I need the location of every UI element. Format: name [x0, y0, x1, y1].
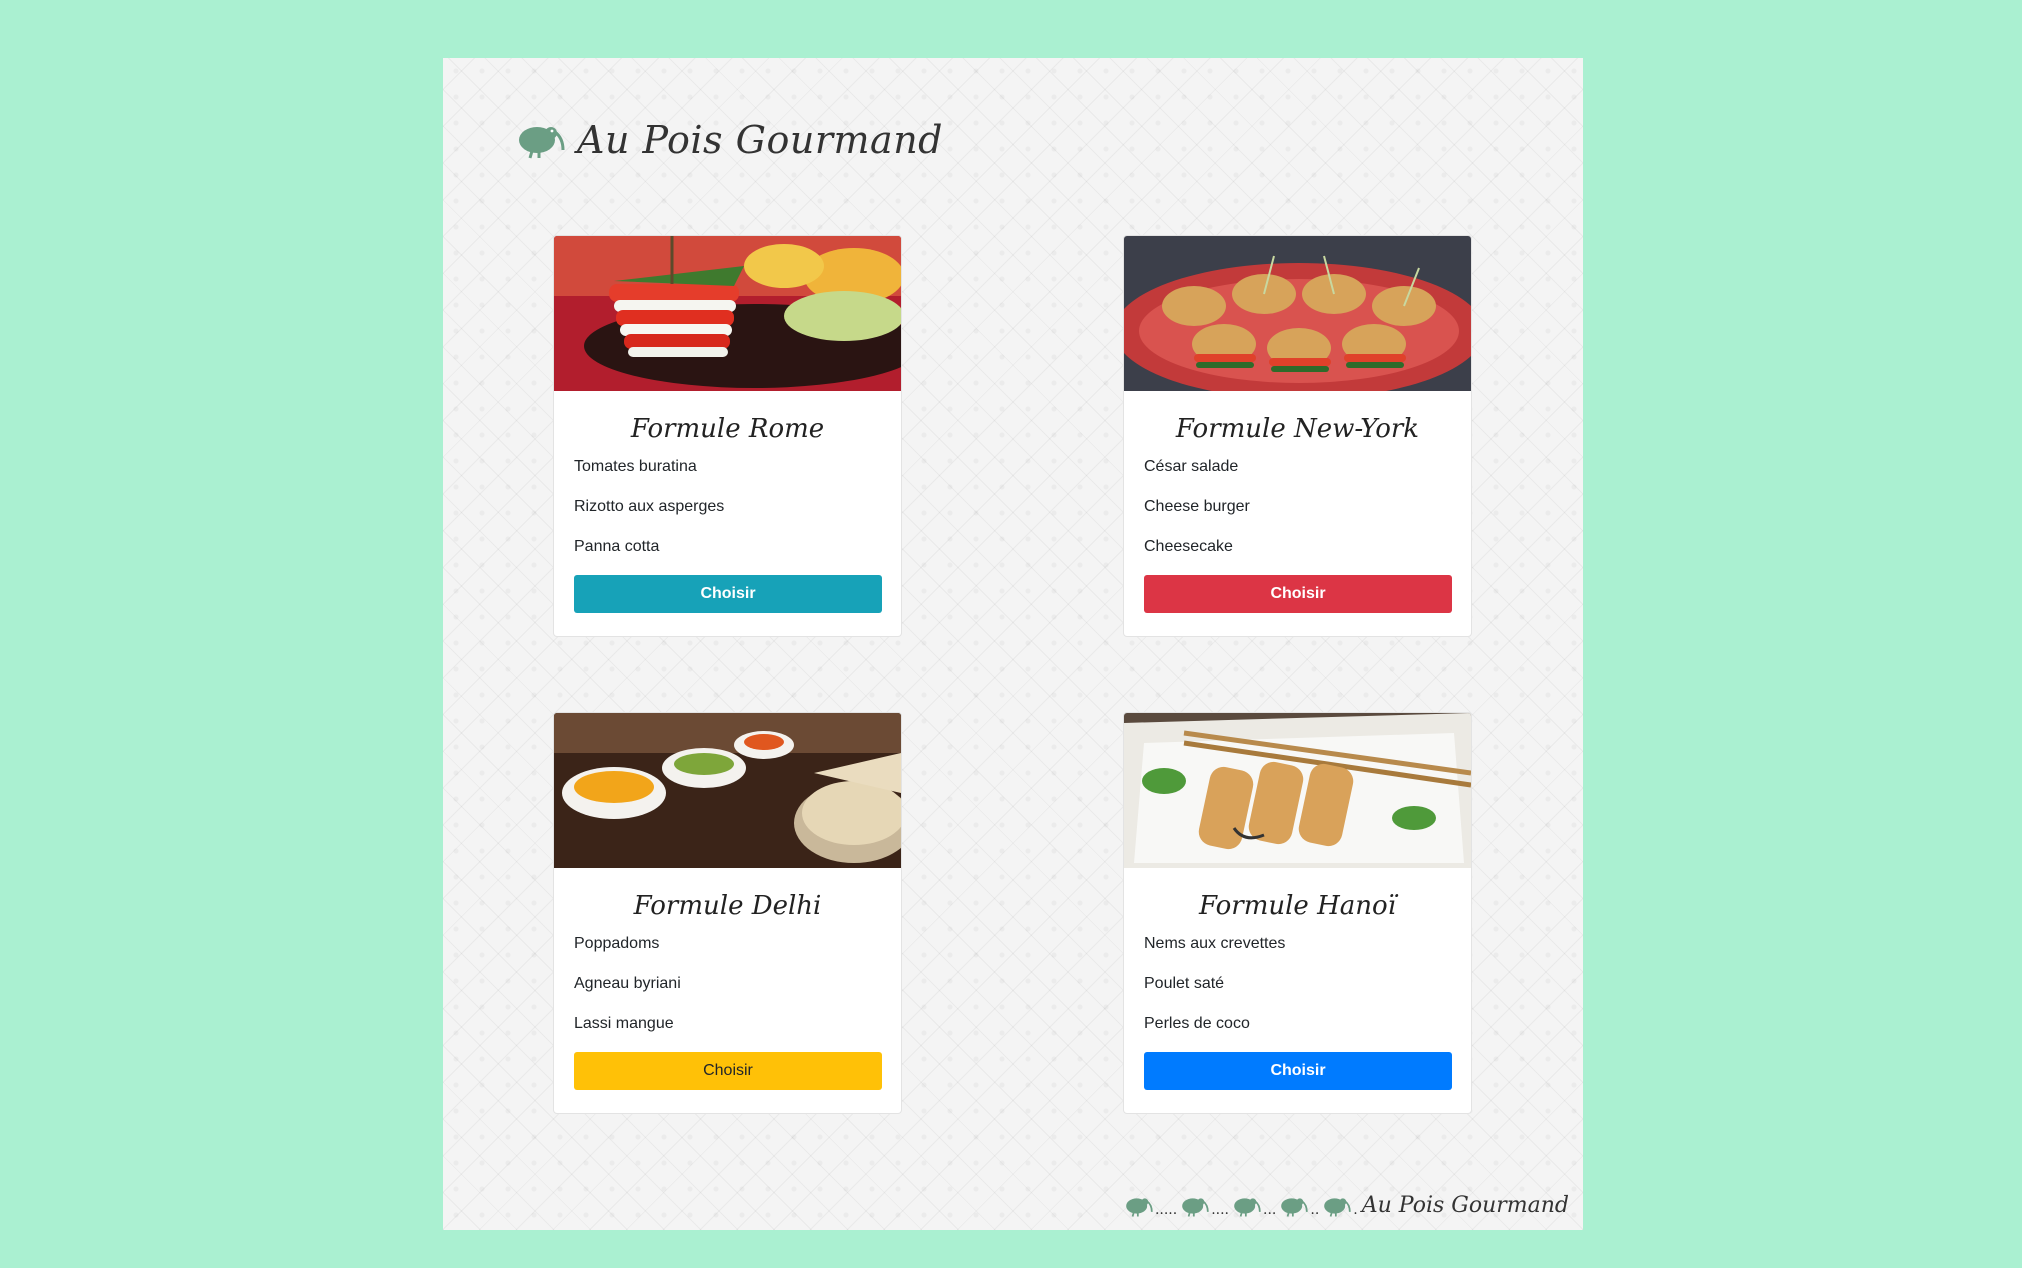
card-formule-hanoi: Formule Hanoï Nems aux crevettes Poulet …	[1123, 712, 1472, 1114]
menu-item: Agneau byriani	[574, 975, 681, 992]
menu-item: Poppadoms	[574, 935, 660, 952]
menu-item: Cheesecake	[1144, 538, 1233, 555]
mini-burgers-photo	[1124, 236, 1471, 391]
brand-title: Au Pois Gourmand	[577, 118, 943, 162]
card-title: Formule Rome	[630, 414, 825, 444]
choisir-button-hanoi[interactable]: Choisir	[1144, 1052, 1452, 1090]
choisir-button-delhi[interactable]: Choisir	[574, 1052, 882, 1090]
page-panel: Au Pois Gourmand Formule Rome Tomates bu…	[443, 58, 1583, 1230]
caprese-stack-photo	[554, 236, 901, 391]
choisir-button-rome[interactable]: Choisir	[574, 575, 882, 613]
card-title: Formule Delhi	[633, 891, 822, 921]
choisir-button-new-york[interactable]: Choisir	[1144, 575, 1452, 613]
kiwi-bird-icon	[519, 127, 565, 159]
kiwi-bird-icon	[1324, 1198, 1351, 1217]
menu-item: Lassi mangue	[574, 1015, 674, 1032]
kiwi-bird-icon	[1182, 1198, 1209, 1217]
card-title: Formule Hanoï	[1199, 891, 1396, 921]
menu-item: Nems aux crevettes	[1144, 935, 1286, 952]
kiwi-bird-icon	[1234, 1198, 1261, 1217]
menu-item: Perles de coco	[1144, 1015, 1250, 1032]
card-title: Formule New-York	[1175, 414, 1420, 444]
footer-dots: .....	[1154, 1202, 1178, 1218]
footer-dots: .	[1353, 1202, 1358, 1218]
poppadoms-chutney-photo	[554, 713, 901, 868]
menu-item: Panna cotta	[574, 538, 660, 555]
card-formule-delhi: Formule Delhi Poppadoms Agneau byriani L…	[553, 712, 902, 1114]
card-formule-rome: Formule Rome Tomates buratina Rizotto au…	[553, 235, 902, 637]
brand-header: Au Pois Gourmand	[517, 118, 943, 162]
footer-dots: ...	[1263, 1202, 1277, 1218]
spring-rolls-photo	[1124, 713, 1471, 868]
footer-dots: ....	[1211, 1202, 1230, 1218]
card-formule-new-york: Formule New-York César salade Cheese bur…	[1123, 235, 1472, 637]
kiwi-bird-icon	[1281, 1198, 1309, 1217]
menu-item: Cheese burger	[1144, 498, 1250, 515]
menu-item: César salade	[1144, 458, 1239, 475]
menu-item: Poulet saté	[1144, 975, 1225, 992]
menu-item: Tomates buratina	[574, 458, 697, 475]
footer-signature: ..... .... ... .. . Au Pois Gourmand	[1125, 1193, 1569, 1218]
footer-title: Au Pois Gourmand	[1361, 1193, 1569, 1218]
footer-dots: ..	[1310, 1202, 1320, 1218]
menu-item: Rizotto aux asperges	[574, 498, 725, 515]
kiwi-bird-icon	[1126, 1198, 1153, 1217]
